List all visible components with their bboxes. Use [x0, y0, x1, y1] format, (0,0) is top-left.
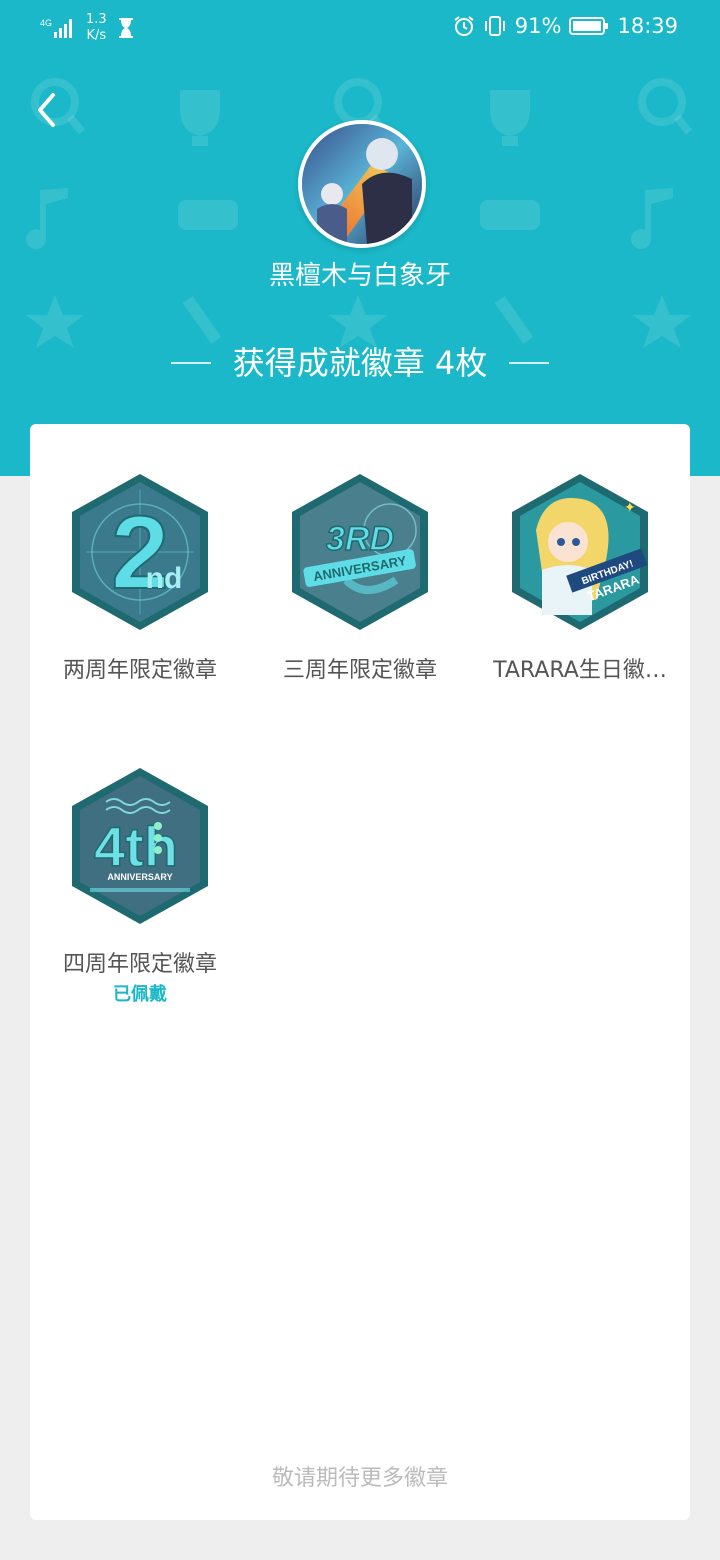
badge-3rd-image: 3RD ANNIVERSARY	[292, 474, 428, 630]
badge-item[interactable]: BIRTHDAY! TARARA ✦ TARARA生日徽…	[470, 470, 690, 686]
section-title: 获得成就徽章 4枚	[232, 344, 488, 382]
divider-right	[509, 362, 550, 364]
avatar-image	[302, 124, 422, 244]
badge-name: 三周年限定徽章	[282, 658, 437, 683]
speed-unit: K/s	[86, 28, 107, 43]
badge-item[interactable]: 2 nd 两周年限定徽章	[30, 470, 250, 686]
network-label: 4G	[40, 18, 52, 28]
status-bar: 4G 1.3 K/s 91% 18:39	[0, 0, 720, 56]
svg-text:3RD: 3RD	[326, 520, 394, 558]
badge-name: TARARA生日徽…	[493, 658, 667, 683]
badge-4th-image: 4th ANNIVERSARY	[72, 768, 208, 924]
svg-text:nd: nd	[146, 562, 183, 595]
username: 黑檀木与白象牙	[268, 261, 451, 291]
svg-text:ANNIVERSARY: ANNIVERSARY	[107, 872, 172, 882]
svg-text:4th: 4th	[94, 815, 178, 878]
badge-card: 2 nd 两周年限定徽章 3RD ANNIVERSARY 三周年限定徽章 BIR…	[30, 424, 690, 1520]
clock-time: 18:39	[617, 14, 678, 38]
badge-name: 两周年限定徽章	[62, 658, 217, 683]
badge-2nd-image: 2 nd	[72, 474, 208, 630]
badge-item[interactable]: 4th ANNIVERSARY 四周年限定徽章 已佩戴	[30, 764, 250, 1010]
vibrate-icon	[484, 16, 505, 36]
chevron-left-icon	[38, 93, 55, 127]
network-speed: 1.3 K/s	[86, 12, 107, 44]
badge-name: 四周年限定徽章	[62, 952, 217, 977]
badge-equipped-status: 已佩戴	[113, 984, 167, 1005]
profile-header: 4G 1.3 K/s 91% 18:39 黑檀木与白象牙 获得成就徽章 4枚	[0, 0, 720, 476]
battery-percent: 91%	[514, 14, 562, 38]
badge-count-heading: 获得成就徽章 4枚	[0, 338, 720, 388]
alarm-icon	[454, 16, 474, 36]
badge-tarara-image: BIRTHDAY! TARARA ✦	[512, 474, 648, 630]
back-button[interactable]	[24, 86, 68, 134]
signal-icon: 4G	[40, 18, 72, 38]
hourglass-icon	[118, 18, 133, 38]
divider-left	[170, 362, 211, 364]
speed-value: 1.3	[86, 12, 107, 27]
badge-item[interactable]: 3RD ANNIVERSARY 三周年限定徽章	[250, 470, 470, 686]
svg-text:✦: ✦	[624, 500, 636, 516]
avatar[interactable]	[298, 120, 426, 248]
battery-icon	[569, 17, 609, 35]
more-badges-hint: 敬请期待更多徽章	[271, 1466, 448, 1491]
